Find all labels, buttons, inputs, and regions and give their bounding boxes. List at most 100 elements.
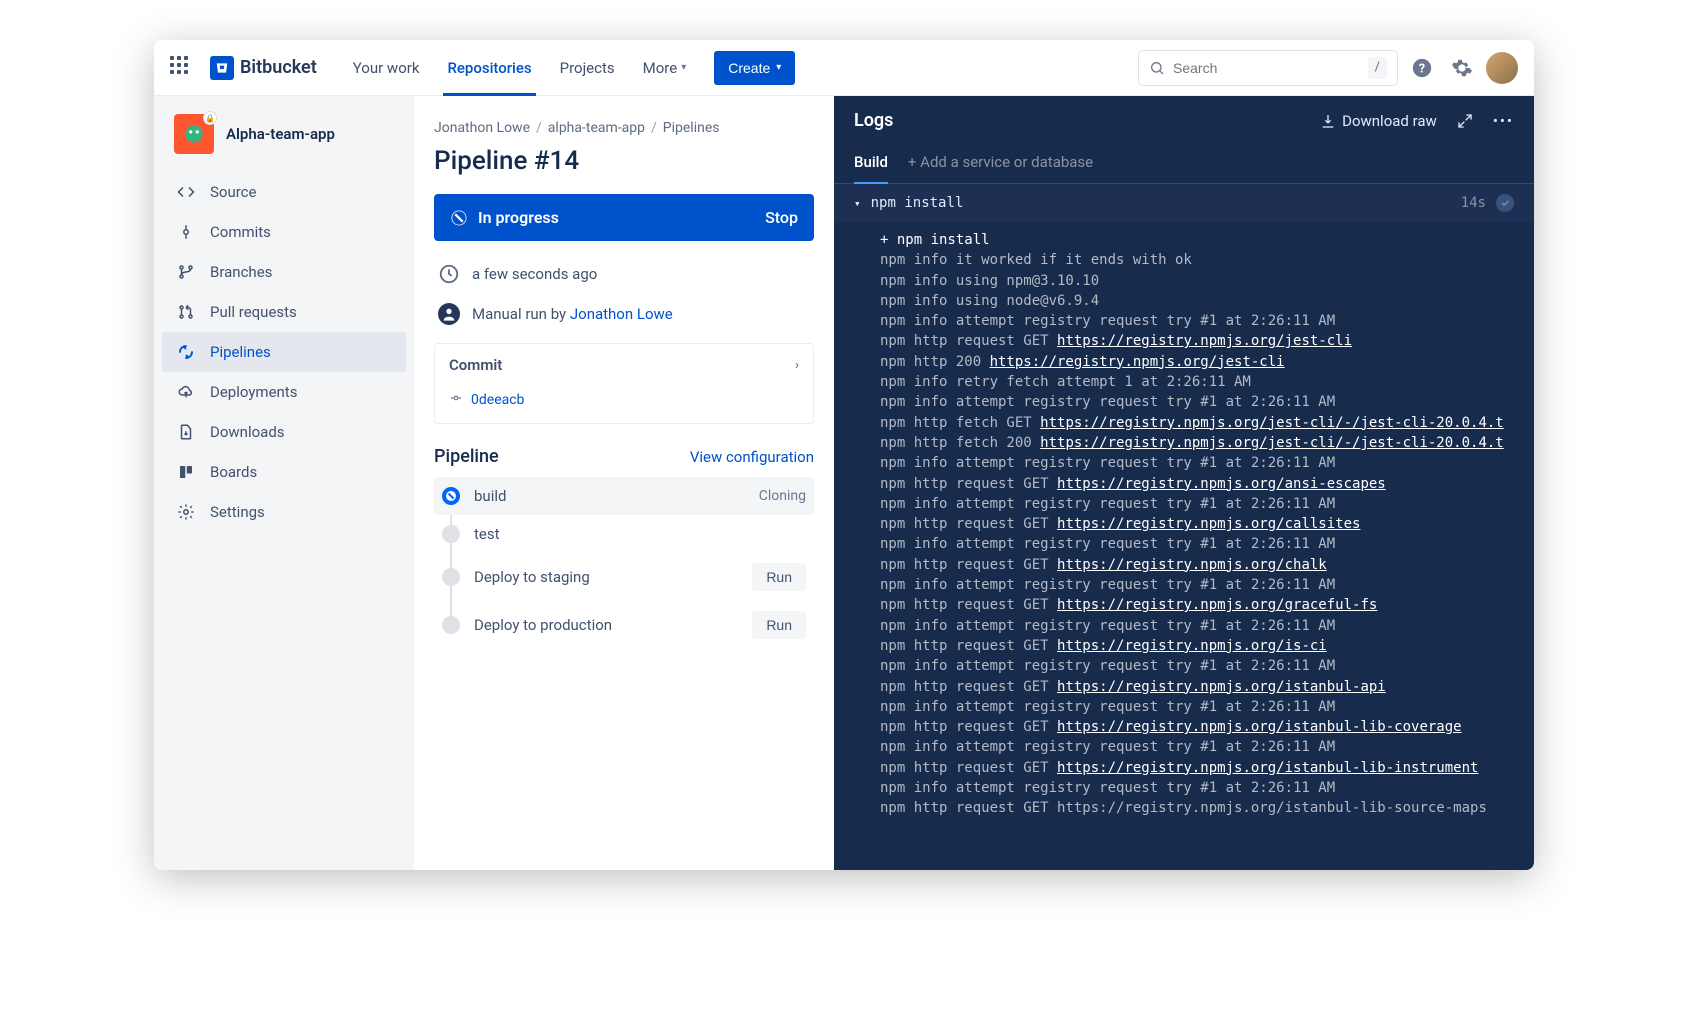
product-logo[interactable]: Bitbucket [210,56,317,80]
create-button[interactable]: Create▾ [714,51,795,85]
log-line: npm info attempt registry request try #1… [880,392,1514,412]
log-link[interactable]: https://registry.npmjs.org/jest-cli [1057,333,1352,349]
pipeline-step[interactable]: test [434,515,814,553]
sidebar-item-commits[interactable]: Commits [162,212,406,252]
log-link[interactable]: https://registry.npmjs.org/istanbul-lib-… [1057,719,1462,735]
pipeline-step[interactable]: buildCloning [434,477,814,515]
run-button[interactable]: Run [752,563,806,591]
branches-icon [176,262,196,282]
step-dot-icon [442,616,460,634]
crumb-repo[interactable]: alpha-team-app [548,120,645,136]
sidebar-item-branches[interactable]: Branches [162,252,406,292]
sidebar-item-downloads[interactable]: Downloads [162,412,406,452]
repo-header[interactable]: 🔒 Alpha-team-app [162,114,406,172]
product-name: Bitbucket [240,57,317,78]
log-link[interactable]: https://registry.npmjs.org/jest-cli/-/je… [1040,435,1504,451]
logs-tab-build[interactable]: Build [854,145,888,183]
step-status: Cloning [759,488,806,504]
log-line: npm info attempt registry request try #1… [880,534,1514,554]
repo-avatar: 🔒 [174,114,214,154]
log-line: npm http request GET https://registry.np… [880,331,1514,351]
bitbucket-icon [210,56,234,80]
sidebar-item-label: Pipelines [210,343,271,361]
step-label: Deploy to staging [474,568,590,586]
log-line: npm info attempt registry request try #1… [880,311,1514,331]
log-link[interactable]: https://registry.npmjs.org/jest-cli [990,354,1285,370]
nav-more[interactable]: More▾ [631,40,699,96]
chevron-down-icon: ▾ [854,197,861,210]
sidebar-item-boards[interactable]: Boards [162,452,406,492]
boards-icon [176,462,196,482]
log-link[interactable]: https://registry.npmjs.org/istanbul-lib-… [1057,760,1478,776]
log-line: + npm install [880,230,1514,250]
logs-tab-add-service[interactable]: + Add a service or database [908,145,1093,183]
log-link[interactable]: https://registry.npmjs.org/jest-cli/-/je… [1040,415,1504,431]
time-row: a few seconds ago [434,257,814,291]
check-icon [1496,194,1514,212]
nav-your-work[interactable]: Your work [341,40,432,96]
expand-icon[interactable] [1457,113,1473,129]
sidebar-item-source[interactable]: Source [162,172,406,212]
search-field[interactable] [1173,60,1360,76]
log-line: npm http request GET https://registry.np… [880,555,1514,575]
log-line: npm info retry fetch attempt 1 at 2:26:1… [880,372,1514,392]
log-line: npm http request GET https://registry.np… [880,636,1514,656]
chevron-down-icon: ▾ [776,62,781,73]
log-link[interactable]: https://registry.npmjs.org/ansi-escapes [1057,476,1386,492]
log-line: npm info using npm@3.10.10 [880,271,1514,291]
log-link[interactable]: https://registry.npmjs.org/is-ci [1057,638,1327,654]
more-icon[interactable]: ••• [1493,112,1514,130]
log-group-toggle[interactable]: ▾ npm install 14s [834,184,1534,222]
log-line: npm info using node@v6.9.4 [880,291,1514,311]
user-avatar[interactable] [1486,52,1518,84]
download-raw-button[interactable]: Download raw [1320,112,1437,130]
step-dot-icon [442,487,460,505]
log-link[interactable]: https://registry.npmjs.org/chalk [1057,557,1327,573]
log-line: npm info attempt registry request try #1… [880,453,1514,473]
log-line: npm http fetch 200 https://registry.npmj… [880,433,1514,453]
runner-avatar [438,303,460,325]
log-line: npm http request GET https://registry.np… [880,677,1514,697]
settings-icon[interactable] [1446,52,1478,84]
log-link[interactable]: https://registry.npmjs.org/callsites [1057,516,1360,532]
sidebar-item-pipelines[interactable]: Pipelines [162,332,406,372]
lock-icon: 🔒 [203,111,217,125]
page-title: Pipeline #14 [434,146,814,176]
search-input[interactable]: / [1138,50,1398,86]
commit-panel: Commit › 0deeacb [434,343,814,424]
sidebar-item-deployments[interactable]: Deployments [162,372,406,412]
deployments-icon [176,382,196,402]
commit-toggle[interactable]: Commit › [435,344,813,386]
sidebar-item-label: Source [210,183,256,201]
sidebar-item-pulls[interactable]: Pull requests [162,292,406,332]
step-label: Deploy to production [474,616,612,634]
log-line: npm http request GET https://registry.np… [880,798,1514,818]
log-line: npm info attempt registry request try #1… [880,737,1514,757]
pulls-icon [176,302,196,322]
log-link[interactable]: https://registry.npmjs.org/istanbul-api [1057,679,1386,695]
stop-button[interactable]: Stop [765,208,798,227]
step-label: test [474,525,500,543]
crumb-section[interactable]: Pipelines [663,120,720,136]
chevron-right-icon: › [795,358,799,373]
crumb-owner[interactable]: Jonathon Lowe [434,120,530,136]
runner-link[interactable]: Jonathon Lowe [570,305,673,323]
pipelines-icon [176,342,196,362]
pipeline-steps: buildCloningtestDeploy to stagingRunDepl… [434,477,814,649]
nav-projects[interactable]: Projects [548,40,627,96]
view-configuration-link[interactable]: View configuration [690,448,814,466]
app-switcher-icon[interactable] [170,56,194,80]
log-link[interactable]: https://registry.npmjs.org/graceful-fs [1057,597,1377,613]
log-line: npm http request GET https://registry.np… [880,514,1514,534]
pipeline-step[interactable]: Deploy to production Run [434,601,814,649]
commit-hash[interactable]: 0deeacb [471,392,524,408]
run-button[interactable]: Run [752,611,806,639]
repo-name: Alpha-team-app [226,125,335,143]
breadcrumbs: Jonathon Lowe / alpha-team-app / Pipelin… [434,120,814,136]
log-line: npm http request GET https://registry.np… [880,595,1514,615]
nav-repositories[interactable]: Repositories [435,40,543,96]
help-icon[interactable]: ? [1406,52,1438,84]
sidebar-item-settings[interactable]: Settings [162,492,406,532]
run-by-row: Manual run by Jonathon Lowe [434,297,814,331]
pipeline-step[interactable]: Deploy to staging Run [434,553,814,601]
